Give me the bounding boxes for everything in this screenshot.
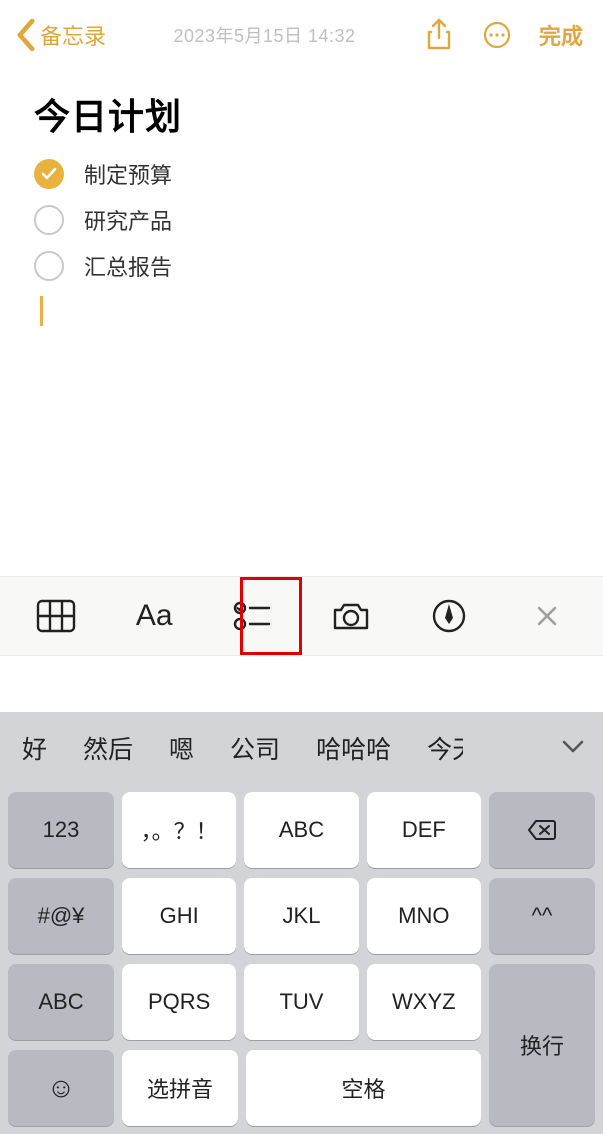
pen-circle-icon bbox=[431, 598, 467, 634]
suggestion[interactable]: 今天 bbox=[409, 730, 463, 766]
share-button[interactable] bbox=[423, 19, 455, 51]
more-button[interactable] bbox=[481, 19, 513, 51]
key-emoji[interactable]: ☺ bbox=[8, 1050, 114, 1126]
chevron-down-icon bbox=[561, 738, 585, 754]
format-toolbar: Aa bbox=[0, 576, 603, 656]
checklist-item-text: 研究产品 bbox=[84, 204, 172, 236]
note-title: 今日计划 bbox=[34, 88, 569, 140]
aa-icon: Aa bbox=[136, 599, 173, 633]
checklist-item[interactable]: 汇总报告 bbox=[34, 250, 569, 282]
checklist-item[interactable]: 制定预算 bbox=[34, 158, 569, 190]
backspace-icon bbox=[527, 818, 557, 842]
suggestion-bar: 好 然后 嗯 公司 哈哈哈 今天 bbox=[0, 712, 603, 784]
key-ghi[interactable]: GHI bbox=[122, 878, 236, 954]
checklist-item-text: 汇总报告 bbox=[84, 250, 172, 282]
back-label: 备忘录 bbox=[40, 19, 106, 51]
expand-suggestions-button[interactable] bbox=[561, 738, 599, 759]
close-icon bbox=[535, 604, 559, 628]
key-symbols[interactable]: #@¥ bbox=[8, 878, 114, 954]
keyboard: 123 ，。？！ ABC DEF #@¥ GHI JKL MNO ^^ ABC … bbox=[0, 784, 603, 1134]
checklist-icon bbox=[233, 599, 271, 633]
chevron-left-icon bbox=[16, 18, 36, 52]
note-body[interactable]: 今日计划 制定预算 研究产品 汇总报告 bbox=[0, 70, 603, 326]
share-icon bbox=[425, 18, 453, 52]
checklist-item-text: 制定预算 bbox=[84, 158, 172, 190]
key-mno[interactable]: MNO bbox=[367, 878, 481, 954]
camera-button[interactable] bbox=[321, 586, 381, 646]
back-button[interactable]: 备忘录 bbox=[16, 18, 106, 52]
close-toolbar-button[interactable] bbox=[517, 586, 577, 646]
key-emoticon[interactable]: ^^ bbox=[489, 878, 595, 954]
key-wxyz[interactable]: WXYZ bbox=[367, 964, 481, 1040]
table-icon bbox=[36, 599, 76, 633]
key-backspace[interactable] bbox=[489, 792, 595, 868]
text-cursor bbox=[40, 296, 43, 326]
done-button[interactable]: 完成 bbox=[539, 19, 587, 51]
suggestion[interactable]: 公司 bbox=[212, 730, 298, 766]
key-tuv[interactable]: TUV bbox=[244, 964, 358, 1040]
table-button[interactable] bbox=[26, 586, 86, 646]
checkmark-icon bbox=[40, 165, 58, 183]
key-space[interactable]: 空格 bbox=[246, 1050, 481, 1126]
suggestion[interactable]: 哈哈哈 bbox=[298, 730, 409, 766]
suggestion[interactable]: 嗯 bbox=[151, 730, 212, 766]
key-abc-mode[interactable]: ABC bbox=[8, 964, 114, 1040]
checklist-item[interactable]: 研究产品 bbox=[34, 204, 569, 236]
key-pqrs[interactable]: PQRS bbox=[122, 964, 236, 1040]
checkbox-unchecked[interactable] bbox=[34, 205, 64, 235]
ellipsis-circle-icon bbox=[482, 20, 512, 50]
suggestion[interactable]: 然后 bbox=[65, 730, 151, 766]
key-jkl[interactable]: JKL bbox=[244, 878, 358, 954]
key-123[interactable]: 123 bbox=[8, 792, 114, 868]
checklist-button[interactable] bbox=[222, 586, 282, 646]
markup-button[interactable] bbox=[419, 586, 479, 646]
checkbox-unchecked[interactable] bbox=[34, 251, 64, 281]
text-format-button[interactable]: Aa bbox=[124, 586, 184, 646]
key-return[interactable]: 换行 bbox=[489, 964, 595, 1126]
note-timestamp: 2023年5月15日 14:32 bbox=[106, 22, 423, 48]
key-def[interactable]: DEF bbox=[367, 792, 481, 868]
checkbox-checked[interactable] bbox=[34, 159, 64, 189]
suggestion[interactable]: 好 bbox=[4, 730, 65, 766]
key-pinyin[interactable]: 选拼音 bbox=[122, 1050, 238, 1126]
emoji-icon: ☺ bbox=[47, 1072, 76, 1104]
key-punct[interactable]: ，。？！ bbox=[122, 792, 236, 868]
camera-icon bbox=[331, 600, 371, 632]
key-abc1[interactable]: ABC bbox=[244, 792, 358, 868]
